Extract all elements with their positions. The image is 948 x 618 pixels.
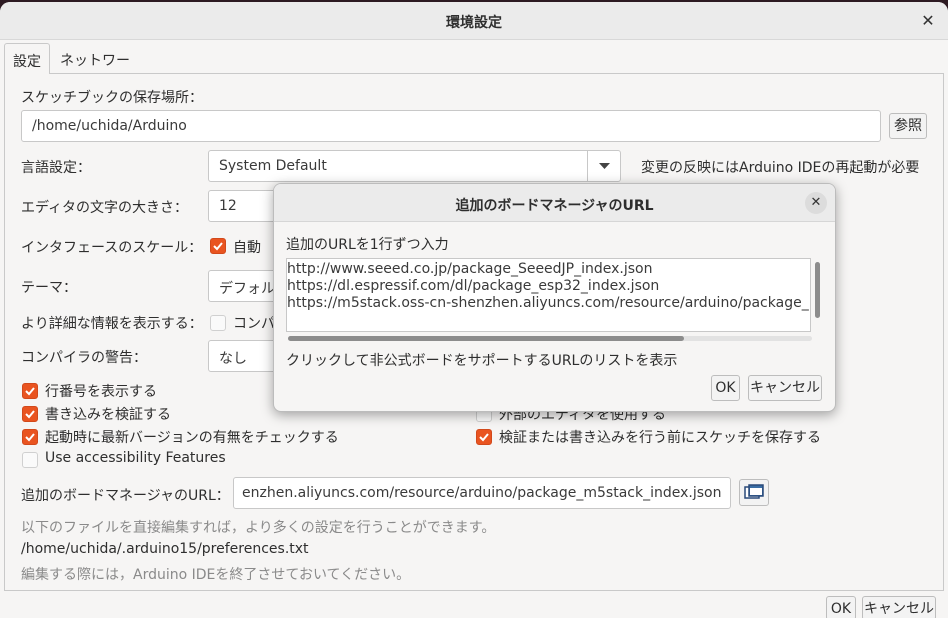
chevron-down-icon[interactable]	[587, 151, 620, 181]
editor-font-label: エディタの文字の大きさ：	[21, 200, 189, 216]
more-prefs-note: 以下のファイルを直接編集すれば，より多くの設定を行うことができます。	[21, 520, 496, 536]
theme-label: テーマ：	[21, 280, 77, 296]
save-before-verify-checkbox[interactable]	[476, 429, 492, 445]
ok-button[interactable]: OK	[826, 596, 856, 618]
url-line: http://www.seeed.co.jp/package_SeeedJP_i…	[287, 261, 653, 277]
urls-horizontal-scrollbar[interactable]	[288, 336, 812, 341]
tab-settings[interactable]: 設定	[4, 43, 50, 74]
verbose-compile-label: コンパ	[233, 316, 275, 332]
dialog-title-bar: 追加のボードマネージャのURL ✕	[274, 184, 835, 222]
show-line-numbers-label: 行番号を表示する	[45, 384, 157, 400]
dialog-instruction: 追加のURLを1行ずつ入力	[286, 237, 449, 253]
verbose-compile-checkbox[interactable]	[210, 315, 226, 331]
check-icon	[25, 410, 35, 419]
open-url-editor-button[interactable]	[739, 479, 769, 506]
accessibility-label: Use accessibility Features	[45, 450, 226, 466]
close-icon[interactable]: ✕	[918, 11, 938, 31]
tab-network[interactable]: ネットワーク	[52, 43, 148, 89]
interface-scale-label: インタフェースのスケール：	[21, 240, 203, 256]
compiler-warnings-label: コンパイラの警告：	[21, 350, 147, 366]
check-icon	[479, 433, 489, 442]
verbose-label: より詳細な情報を表示する：	[21, 316, 203, 332]
sketchbook-label: スケッチブックの保存場所：	[21, 90, 203, 106]
theme-value: デフォル	[219, 281, 275, 297]
urls-vertical-scrollbar[interactable]	[815, 258, 821, 318]
unofficial-boards-link[interactable]: クリックして非公式ボードをサポートするURLのリストを表示	[286, 350, 677, 370]
sketchbook-path-input[interactable]: /home/uchida/Arduino	[21, 110, 881, 142]
window-title: 環境設定	[446, 15, 502, 31]
verify-upload-checkbox[interactable]	[22, 406, 38, 422]
dialog-cancel-button[interactable]: キャンセル	[748, 375, 822, 401]
save-before-verify-label: 検証または書き込みを行う前にスケッチを保存する	[499, 430, 821, 446]
dialog-close-icon[interactable]: ✕	[805, 192, 827, 214]
check-updates-label: 起動時に最新バージョンの有無をチェックする	[45, 430, 339, 446]
board-manager-url-input[interactable]: enzhen.aliyuncs.com/resource/arduino/pac…	[233, 477, 731, 509]
verify-upload-label: 書き込みを検証する	[45, 407, 171, 423]
check-updates-checkbox[interactable]	[22, 429, 38, 445]
scale-auto-checkbox[interactable]	[210, 238, 226, 254]
browse-button[interactable]: 参照	[889, 113, 927, 139]
dialog-title: 追加のボードマネージャのURL	[455, 198, 654, 214]
url-line: https://m5stack.oss-cn-shenzhen.aliyuncs…	[287, 295, 810, 311]
window-icon	[744, 484, 764, 499]
urls-textarea[interactable]: http://www.seeed.co.jp/package_SeeedJP_i…	[286, 258, 811, 332]
check-icon	[213, 242, 223, 251]
edit-note: 編集する際には，Arduino IDEを終了させておいてください。	[21, 567, 411, 583]
board-manager-urls-dialog: 追加のボードマネージャのURL ✕ 追加のURLを1行ずつ入力 http://w…	[273, 183, 836, 412]
language-select[interactable]: System Default	[208, 150, 621, 182]
accessibility-checkbox[interactable]	[22, 452, 38, 468]
board-manager-label: 追加のボードマネージャのURL：	[21, 488, 230, 504]
show-line-numbers-checkbox[interactable]	[22, 383, 38, 399]
check-icon	[25, 433, 35, 442]
language-value: System Default	[219, 158, 327, 174]
url-line: https://dl.espressif.com/dl/package_esp3…	[287, 278, 660, 294]
compiler-warnings-value: なし	[219, 351, 247, 367]
prefs-file-path: /home/uchida/.arduino15/preferences.txt	[21, 541, 309, 557]
language-note: 変更の反映にはArduino IDEの再起動が必要	[641, 160, 920, 176]
check-icon	[25, 387, 35, 396]
dialog-ok-button[interactable]: OK	[711, 375, 740, 401]
cancel-button[interactable]: キャンセル	[862, 596, 936, 618]
scale-auto-label: 自動	[233, 240, 261, 256]
title-bar: 環境設定 ✕	[0, 2, 948, 40]
language-label: 言語設定：	[21, 160, 91, 176]
